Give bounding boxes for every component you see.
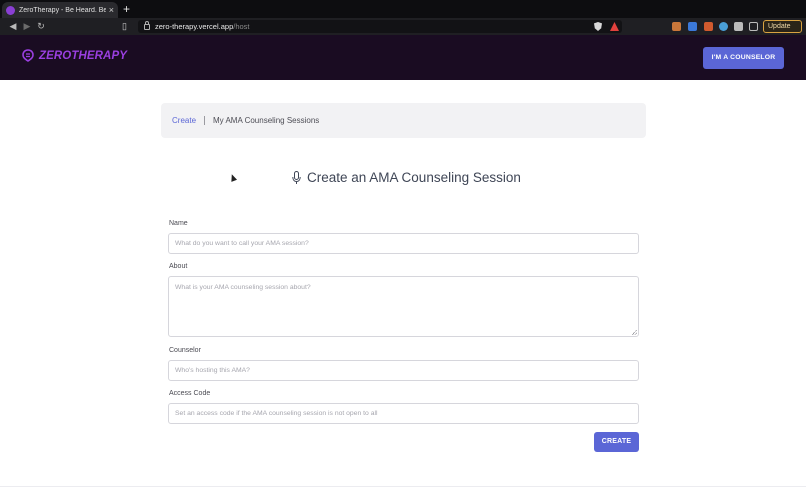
forward-icon[interactable]: ▶	[20, 18, 34, 35]
favicon-icon	[6, 5, 15, 15]
about-label: About	[169, 263, 188, 270]
new-tab-icon[interactable]: +	[123, 2, 130, 16]
extension-fox-icon[interactable]	[672, 22, 681, 31]
about-placeholder: What is your AMA counseling session abou…	[175, 284, 311, 291]
bookmark-icon[interactable]: ▯	[122, 21, 127, 32]
tab-title: ZeroTherapy - Be Heard. Be An	[19, 6, 106, 14]
page-heading: Create an AMA Counseling Session	[292, 170, 521, 185]
address-bar[interactable]: zero-therapy.vercel.app/host	[138, 20, 622, 33]
counselor-label: Counselor	[169, 347, 201, 354]
footer-divider	[0, 486, 806, 487]
breadcrumb-separator	[204, 116, 206, 125]
reload-icon[interactable]: ↻	[34, 18, 48, 35]
browser-tab[interactable]: ZeroTherapy - Be Heard. Be An ×	[2, 2, 118, 18]
breadcrumb-create-link[interactable]: Create	[172, 116, 196, 125]
url-host: zero-therapy.vercel.app	[155, 22, 234, 31]
tab-close-icon[interactable]: ×	[109, 5, 114, 15]
breadcrumb-current[interactable]: My AMA Counseling Sessions	[213, 116, 319, 125]
resize-grip-icon[interactable]	[632, 330, 637, 335]
extension-translate-icon[interactable]	[688, 22, 697, 31]
url-path: /host	[233, 22, 250, 31]
breadcrumb: Create My AMA Counseling Sessions	[161, 103, 646, 138]
access-code-input[interactable]: Set an access code if the AMA counseling…	[168, 403, 639, 424]
update-button[interactable]: Update	[763, 20, 802, 33]
microphone-icon	[292, 170, 301, 184]
app-header: ZEROTHERAPY I'M A COUNSELOR	[0, 35, 806, 80]
page-title: Create an AMA Counseling Session	[307, 170, 521, 185]
back-icon[interactable]: ◀	[6, 18, 20, 35]
about-textarea[interactable]: What is your AMA counseling session abou…	[168, 276, 639, 337]
access-code-label: Access Code	[169, 390, 211, 397]
logo[interactable]: ZEROTHERAPY	[22, 49, 127, 62]
lock-icon	[144, 20, 150, 30]
name-input[interactable]: What do you want to call your AMA sessio…	[168, 233, 639, 254]
name-label: Name	[169, 220, 188, 227]
mouse-cursor-icon	[228, 173, 238, 182]
brain-logo-icon	[22, 49, 34, 62]
extension-gear-icon[interactable]	[719, 22, 728, 31]
counselor-button[interactable]: I'M A COUNSELOR	[703, 47, 784, 69]
logo-text: ZEROTHERAPY	[39, 49, 127, 62]
browser-toolbar: ◀ ▶ ↻ ▯ zero-therapy.vercel.app/host Upd…	[0, 18, 806, 35]
counselor-input[interactable]: Who's hosting this AMA?	[168, 360, 639, 381]
extensions-puzzle-icon[interactable]	[734, 22, 743, 31]
wallet-icon[interactable]	[749, 22, 758, 31]
browser-tab-bar: ZeroTherapy - Be Heard. Be An × +	[0, 0, 806, 18]
create-button[interactable]: CREATE	[594, 432, 639, 452]
extension-person-icon[interactable]	[704, 22, 713, 31]
